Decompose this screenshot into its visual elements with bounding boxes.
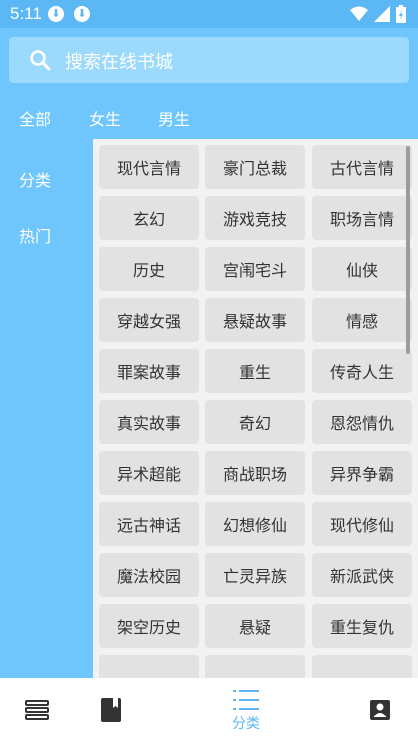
category-item[interactable]: 古代言情 [312, 145, 412, 189]
category-item[interactable]: 商战职场 [205, 451, 305, 495]
category-item[interactable]: 恩怨情仇 [312, 400, 412, 444]
book-icon [101, 697, 121, 722]
status-time: 5:11 [10, 4, 42, 23]
category-item[interactable]: 奇幻 [205, 400, 305, 444]
category-item[interactable]: 新派武侠 [312, 553, 412, 597]
nav-profile[interactable] [328, 678, 418, 743]
tab-all[interactable]: 全部 [19, 106, 51, 130]
search-input[interactable]: 搜索在线书城 [65, 48, 173, 74]
category-item[interactable]: 异界争霸 [312, 451, 412, 495]
search-icon [30, 50, 51, 71]
category-item[interactable]: 职场言情 [312, 196, 412, 240]
category-item[interactable]: 宫闱宅斗 [205, 247, 305, 291]
download-icon: ⬇ [48, 6, 64, 22]
category-item[interactable]: 异术超能 [99, 451, 199, 495]
nav-category-label: 分类 [232, 715, 260, 732]
category-item[interactable]: 玄幻 [99, 196, 199, 240]
tab-male[interactable]: 男生 [158, 106, 190, 130]
status-bar: 5:11 ⬇ ⬇ [0, 0, 418, 28]
category-item[interactable]: 魔法校园 [99, 553, 199, 597]
category-item[interactable]: 悬疑故事 [205, 298, 305, 342]
header: 搜索在线书城 全部 女生 男生 [0, 28, 418, 139]
category-item[interactable]: 穿越女强 [99, 298, 199, 342]
category-item[interactable]: 悬疑 [205, 604, 305, 648]
category-item[interactable]: 现代言情 [99, 145, 199, 189]
signal-icon [374, 6, 390, 22]
sidebar-item-hot[interactable]: 热门 [19, 223, 51, 247]
category-item[interactable]: 重生 [205, 349, 305, 393]
scrollbar[interactable] [406, 146, 410, 354]
category-item[interactable]: 豪门总裁 [205, 145, 305, 189]
list-icon [233, 689, 259, 710]
category-item[interactable] [99, 655, 199, 678]
nav-category[interactable]: 分类 [194, 678, 298, 743]
category-item[interactable]: 情感 [312, 298, 412, 342]
category-item[interactable]: 传奇人生 [312, 349, 412, 393]
download-icon: ⬇ [74, 6, 90, 22]
category-item[interactable]: 远古神话 [99, 502, 199, 546]
bottom-nav: 分类 [0, 678, 418, 743]
category-item[interactable] [205, 655, 305, 678]
category-item[interactable]: 游戏竞技 [205, 196, 305, 240]
profile-icon [370, 699, 390, 720]
category-item[interactable]: 亡灵异族 [205, 553, 305, 597]
category-grid: 现代言情 豪门总裁 古代言情玄幻 游戏竞技 职场言情历史 宫闱宅斗 仙侠穿越女强 悬疑故事 情感… [93, 139, 418, 678]
category-item[interactable]: 幻想修仙 [205, 502, 305, 546]
sidebar-item-category[interactable]: 分类 [19, 167, 51, 191]
tab-female[interactable]: 女生 [89, 106, 121, 130]
category-item[interactable]: 真实故事 [99, 400, 199, 444]
category-item[interactable]: 仙侠 [312, 247, 412, 291]
category-item[interactable]: 重生复仇 [312, 604, 412, 648]
category-item[interactable]: 现代修仙 [312, 502, 412, 546]
category-item[interactable] [312, 655, 412, 678]
category-item[interactable]: 历史 [99, 247, 199, 291]
category-item[interactable]: 罪案故事 [99, 349, 199, 393]
search-bar[interactable]: 搜索在线书城 [9, 37, 409, 83]
nav-book[interactable] [59, 678, 163, 743]
sidebar: 分类 热门 [0, 139, 93, 678]
wifi-icon [350, 6, 368, 21]
category-item[interactable]: 架空历史 [99, 604, 199, 648]
battery-icon [396, 5, 406, 23]
bookshelf-icon [25, 699, 49, 720]
